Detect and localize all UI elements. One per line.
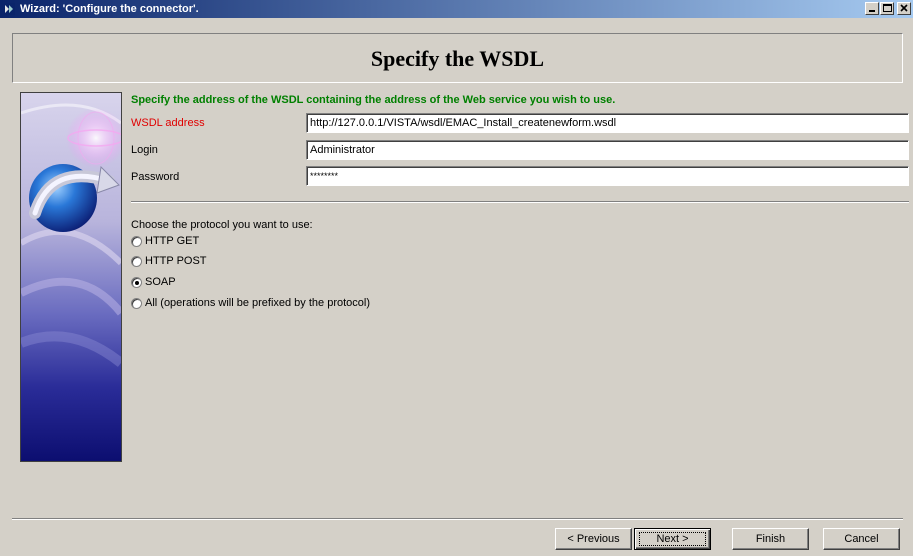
- wsdl-address-label: WSDL address: [131, 117, 205, 129]
- maximize-icon: [883, 4, 892, 12]
- protocol-label: Choose the protocol you want to use:: [131, 219, 313, 231]
- close-button[interactable]: [897, 2, 911, 15]
- instruction-text: Specify the address of the WSDL containi…: [131, 94, 616, 106]
- wizard-app-icon: [3, 3, 15, 15]
- radio-label: HTTP POST: [145, 255, 207, 267]
- section-divider: [131, 201, 909, 203]
- radio-label: All (operations will be prefixed by the …: [145, 297, 371, 309]
- next-button-label: Next >: [656, 533, 689, 545]
- page-title: Specify the WSDL: [370, 46, 545, 71]
- radio-label: SOAP: [145, 276, 176, 288]
- window-title: Wizard: 'Configure the connector'.: [20, 3, 199, 15]
- previous-button[interactable]: < Previous: [555, 528, 632, 550]
- radio-label: HTTP GET: [145, 235, 200, 247]
- maximize-button[interactable]: [880, 2, 894, 15]
- next-button[interactable]: Next >: [634, 528, 711, 550]
- title-bar: Wizard: 'Configure the connector'.: [0, 0, 913, 18]
- wizard-header: Specify the WSDL: [12, 33, 903, 83]
- radio-button-icon[interactable]: [131, 255, 142, 267]
- close-icon: [900, 4, 908, 12]
- radio-soap[interactable]: SOAP: [131, 276, 176, 288]
- radio-all[interactable]: All (operations will be prefixed by the …: [131, 297, 370, 309]
- radio-http-post[interactable]: HTTP POST: [131, 255, 207, 267]
- radio-button-icon[interactable]: [131, 235, 142, 247]
- login-label: Login: [131, 144, 158, 156]
- minimize-icon: [869, 10, 875, 12]
- cancel-button-label: Cancel: [844, 533, 879, 545]
- finish-button-label: Finish: [755, 533, 786, 545]
- globe-arrow-illustration: [21, 93, 121, 461]
- wsdl-address-input[interactable]: [306, 113, 909, 133]
- minimize-button[interactable]: [865, 2, 879, 15]
- wizard-banner-image: [20, 92, 122, 462]
- radio-button-icon[interactable]: [131, 297, 142, 309]
- previous-button-label: < Previous: [567, 533, 620, 545]
- radio-http-get[interactable]: HTTP GET: [131, 235, 199, 247]
- footer-divider: [12, 518, 903, 520]
- radio-button-selected-icon[interactable]: [131, 276, 142, 288]
- cancel-button[interactable]: Cancel: [823, 528, 900, 550]
- login-input[interactable]: [306, 140, 909, 160]
- password-label: Password: [131, 171, 180, 183]
- password-input[interactable]: [306, 166, 909, 186]
- finish-button[interactable]: Finish: [732, 528, 809, 550]
